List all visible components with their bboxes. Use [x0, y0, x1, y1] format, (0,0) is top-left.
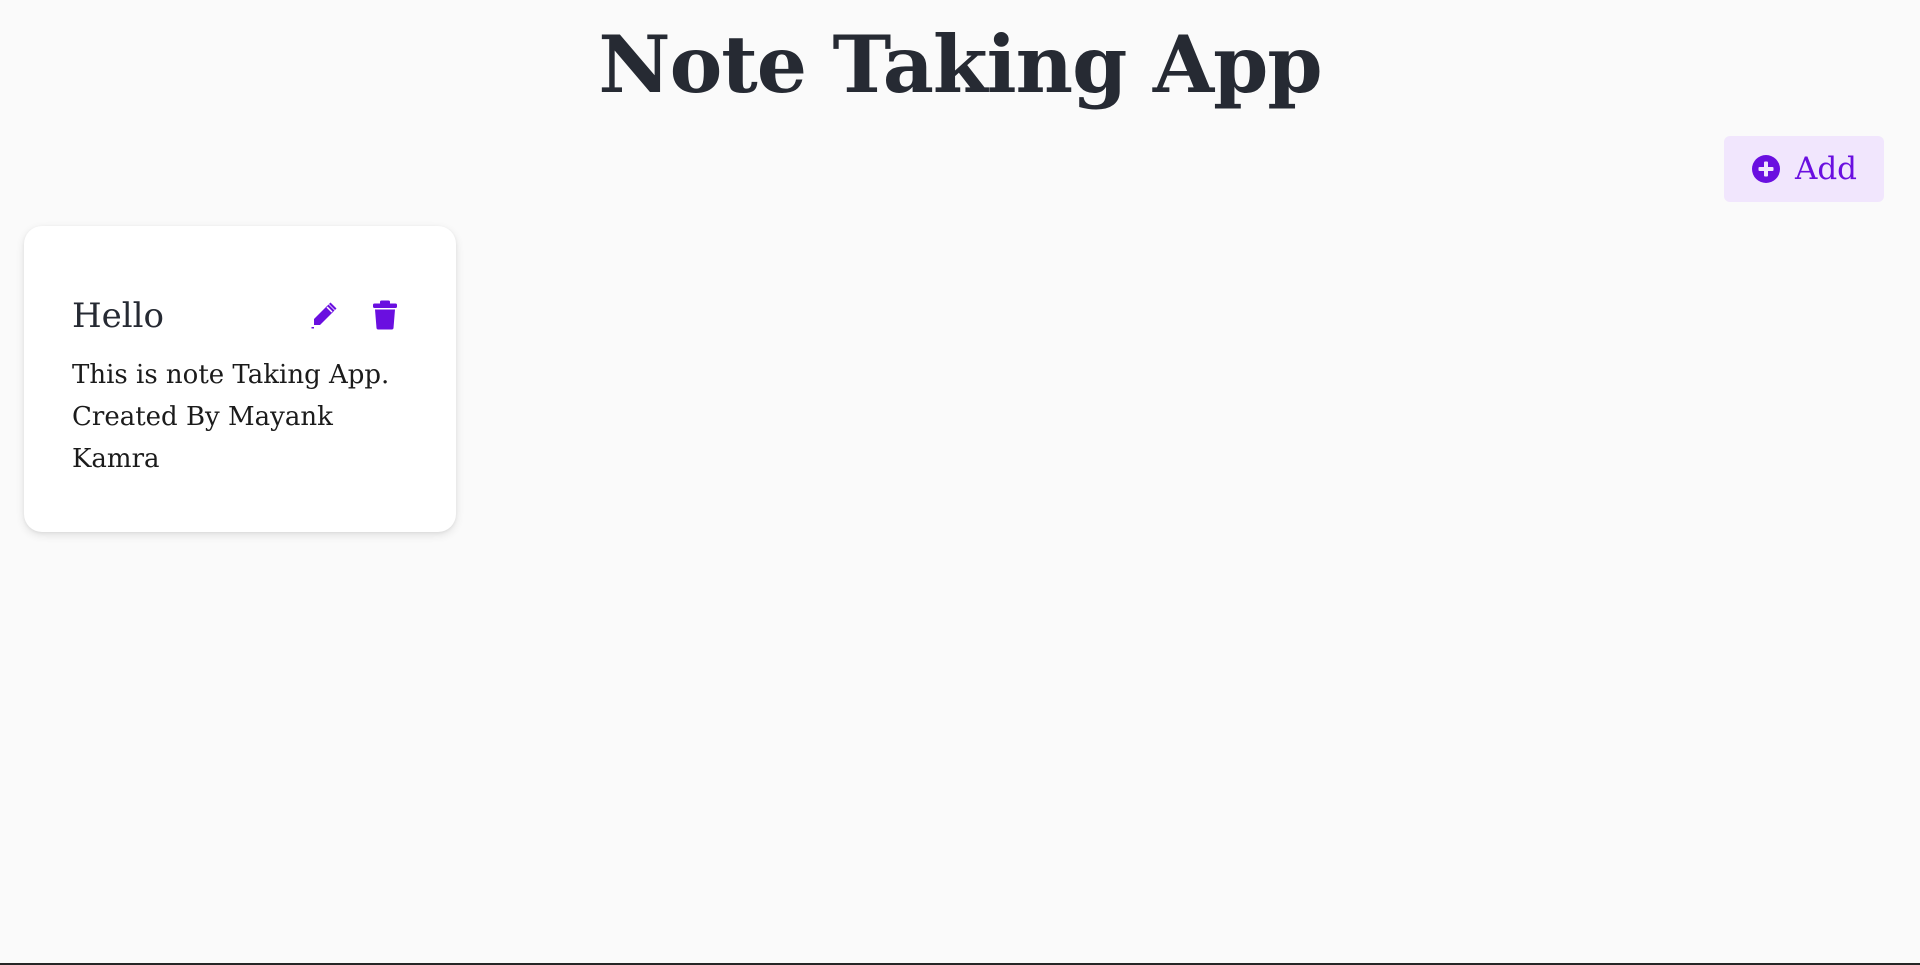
note-title: Hello — [72, 296, 164, 336]
note-body: This is note Taking App. Created By Maya… — [72, 360, 390, 474]
add-note-button[interactable]: Add — [1724, 136, 1884, 202]
notes-grid: Hello This is note Taking App. Created B… — [24, 226, 456, 532]
note-card: Hello This is note Taking App. Created B… — [24, 226, 456, 532]
add-button-label: Add — [1794, 151, 1858, 187]
note-actions — [310, 300, 398, 333]
app-page: Note Taking App Add Hello This is note T… — [0, 0, 1920, 965]
pencil-icon — [310, 301, 338, 332]
edit-note-button[interactable] — [310, 301, 338, 332]
plus-circle-icon — [1751, 154, 1781, 184]
trash-icon — [372, 300, 398, 333]
page-title: Note Taking App — [598, 18, 1322, 111]
delete-note-button[interactable] — [372, 300, 398, 333]
note-header: Hello — [72, 294, 408, 338]
